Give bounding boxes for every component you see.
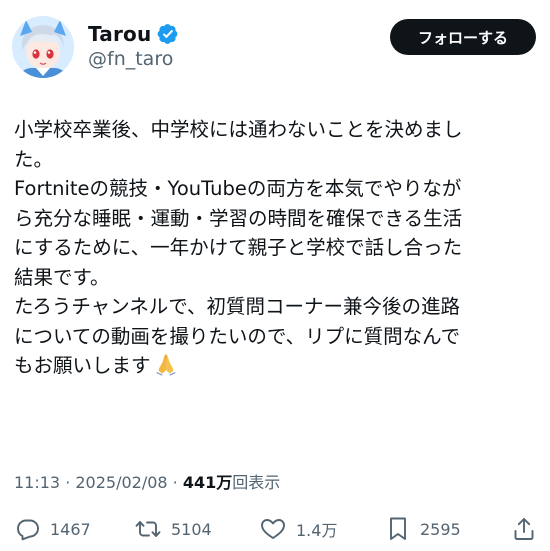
tweet-line: 結果です。: [14, 265, 110, 289]
meta-separator: ·: [167, 473, 183, 492]
tweet-line: もお願いします: [14, 354, 151, 377]
tweet-line: についての動画を撮りたいので、リプに質問なんで: [14, 324, 461, 348]
share-icon: [514, 518, 534, 540]
like-button[interactable]: 1.4万: [260, 511, 337, 547]
tweet-action-bar: 1467 5104 1.4万 2595: [0, 511, 550, 547]
tweet-line: たろうチャンネルで、初質問コーナー兼今後の進路: [14, 295, 460, 318]
tweet-line: Fortniteの競技・YouTubeの両方を本気でやりなが: [14, 177, 462, 200]
repost-count: 5104: [171, 519, 212, 539]
author-display-name[interactable]: Tarou: [88, 22, 151, 46]
tweet-line-last: もお願いします: [14, 351, 538, 381]
reply-button[interactable]: 1467: [16, 511, 91, 547]
share-button[interactable]: [512, 511, 536, 547]
like-count: 1.4万: [296, 521, 338, 540]
repost-button[interactable]: 5104: [135, 511, 212, 547]
bookmark-button[interactable]: 2595: [386, 511, 461, 547]
reply-icon: [17, 519, 39, 541]
views-label: 回表示: [232, 473, 281, 492]
tweet-time[interactable]: 11:13: [14, 473, 60, 492]
views-count: 441万: [182, 473, 233, 492]
heart-icon: [261, 519, 285, 539]
tweet-line: ら充分な睡眠・運動・学習の時間を確保できる生活: [14, 206, 463, 230]
author-name-row: Tarou: [88, 20, 179, 48]
reply-count: 1467: [50, 519, 91, 539]
author-handle[interactable]: @fn_taro: [88, 48, 173, 70]
tweet-meta: 11:13 · 2025/02/08 · 441万回表示: [14, 469, 280, 493]
repost-icon: [135, 521, 161, 537]
avatar[interactable]: [12, 16, 74, 78]
tweet-date[interactable]: 2025/02/08: [75, 473, 167, 492]
tweet-header: Tarou @fn_taro フォローする: [0, 0, 550, 90]
bookmark-icon: [390, 517, 406, 540]
tweet-text: 小学校卒業後、中学校には通わないことを決めまし た。 Fortniteの競技・Y…: [14, 115, 538, 381]
tweet-line: にするために、一年かけて親子と学校で話し合った: [14, 236, 463, 259]
verified-badge-icon[interactable]: [157, 23, 179, 45]
avatar-image: [12, 16, 74, 78]
tweet-line: た。: [14, 147, 54, 171]
follow-button[interactable]: フォローする: [390, 19, 536, 55]
folded-hands-icon: [155, 354, 176, 376]
tweet-line: 小学校卒業後、中学校には通わないことを決めまし: [14, 118, 463, 141]
meta-separator: ·: [60, 473, 76, 492]
bookmark-count: 2595: [420, 519, 461, 539]
